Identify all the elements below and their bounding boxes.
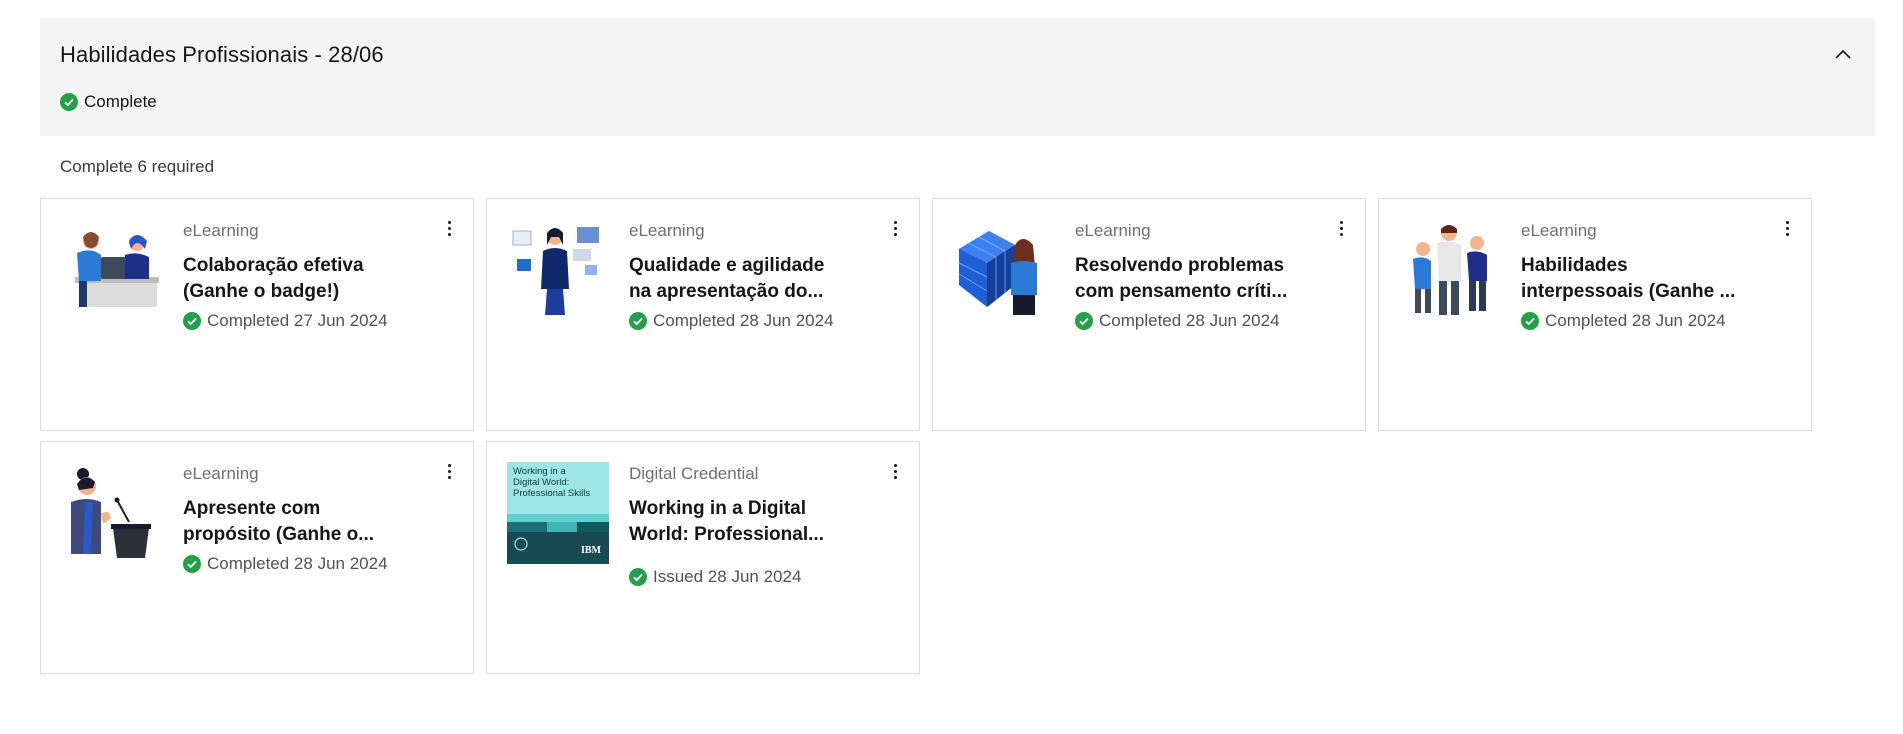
- cube-illustration: [953, 219, 1055, 321]
- overflow-menu-icon: [1339, 220, 1343, 224]
- card-type-label: eLearning: [1075, 221, 1151, 240]
- overflow-menu-icon: [447, 220, 451, 224]
- card-status: Completed 28 Jun 2024: [629, 311, 834, 331]
- required-count-text: Complete 6 required: [60, 157, 215, 176]
- section-title: Habilidades Profissionais - 28/06: [60, 42, 384, 67]
- check-circle-icon: [183, 312, 201, 330]
- card-status-label: Issued 28 Jun 2024: [653, 567, 802, 586]
- overflow-menu-button[interactable]: [441, 460, 457, 482]
- credential-badge-line: Working in a: [513, 466, 566, 477]
- overflow-menu-button[interactable]: [441, 217, 457, 239]
- card-title-line: Apresente com: [183, 498, 321, 519]
- card-status: Completed 28 Jun 2024: [1521, 311, 1726, 331]
- activity-card[interactable]: eLearning Colaboração efetiva (Ganhe o b…: [40, 198, 474, 431]
- overflow-menu-button[interactable]: [887, 460, 903, 482]
- check-circle-icon: [629, 568, 647, 586]
- check-circle-icon: [60, 93, 78, 111]
- card-title-line: na apresentação do...: [629, 281, 824, 302]
- card-type-label: Digital Credential: [629, 464, 759, 483]
- team-illustration: [1399, 219, 1501, 321]
- section-status: Complete: [60, 92, 157, 112]
- overflow-menu-icon: [1785, 220, 1789, 224]
- card-status-label: Completed 28 Jun 2024: [1545, 311, 1726, 330]
- overflow-menu-icon: [893, 463, 897, 467]
- card-type-label: eLearning: [183, 464, 259, 483]
- section-header[interactable]: Habilidades Profissionais - 28/06 Comple…: [40, 18, 1875, 136]
- credential-badge-line: Digital World:: [513, 477, 570, 488]
- credential-badge: Working in a Digital World: Professional…: [507, 462, 609, 564]
- card-title-line: Habilidades: [1521, 255, 1628, 276]
- card-title-line: Qualidade e agilidade: [629, 255, 825, 276]
- credential-badge-image: Working in a Digital World: Professional…: [507, 462, 609, 564]
- card-status: Issued 28 Jun 2024: [629, 567, 801, 587]
- presentation-illustration: [507, 219, 609, 321]
- card-type-label: eLearning: [1521, 221, 1597, 240]
- collaboration-illustration: [61, 219, 163, 321]
- card-status-label: Completed 28 Jun 2024: [1099, 311, 1280, 330]
- card-title[interactable]: Colaboração efetiva (Ganhe o badge!): [183, 253, 423, 305]
- credential-brand: IBM: [581, 545, 601, 556]
- collapse-button[interactable]: [1831, 42, 1855, 66]
- card-title-line: Resolvendo problemas: [1075, 255, 1285, 276]
- card-status-label: Completed 28 Jun 2024: [207, 554, 388, 573]
- check-circle-icon: [1521, 312, 1539, 330]
- overflow-menu-icon: [893, 220, 897, 224]
- card-title[interactable]: Resolvendo problemas com pensamento crít…: [1075, 253, 1315, 305]
- card-status-label: Completed 27 Jun 2024: [207, 311, 388, 330]
- chevron-up-icon: [1835, 49, 1851, 59]
- card-title-line: World: Professional...: [629, 524, 824, 545]
- section-status-label: Complete: [84, 92, 157, 111]
- overflow-menu-icon: [447, 463, 451, 467]
- card-title[interactable]: Habilidades interpessoais (Ganhe ...: [1521, 253, 1761, 305]
- overflow-menu-button[interactable]: [887, 217, 903, 239]
- card-status: Completed 28 Jun 2024: [183, 554, 388, 574]
- check-circle-icon: [629, 312, 647, 330]
- card-title[interactable]: Apresente com propósito (Ganhe o...: [183, 496, 423, 548]
- card-title-line: com pensamento críti...: [1075, 281, 1288, 302]
- card-status: Completed 27 Jun 2024: [183, 311, 388, 331]
- card-title-line: interpessoais (Ganhe ...: [1521, 281, 1736, 302]
- card-title-line: Working in a Digital: [629, 498, 806, 519]
- activity-card[interactable]: eLearning Habilidades interpessoais (Gan…: [1378, 198, 1812, 431]
- card-type-label: eLearning: [183, 221, 259, 240]
- activity-card[interactable]: eLearning Apresente com propósito (Ganhe…: [40, 441, 474, 674]
- activity-card[interactable]: Working in a Digital World: Professional…: [486, 441, 920, 674]
- card-status: Completed 28 Jun 2024: [1075, 311, 1280, 331]
- card-type-label: eLearning: [629, 221, 705, 240]
- card-title-line: Colaboração efetiva: [183, 255, 364, 276]
- card-title-line: (Ganhe o badge!): [183, 281, 340, 302]
- activity-card[interactable]: eLearning Qualidade e agilidade na apres…: [486, 198, 920, 431]
- card-title[interactable]: Working in a Digital World: Professional…: [629, 496, 869, 548]
- check-circle-icon: [183, 555, 201, 573]
- credential-badge-text: Working in a Digital World: Professional…: [513, 466, 590, 499]
- speaker-illustration: [61, 462, 163, 564]
- overflow-menu-button[interactable]: [1333, 217, 1349, 239]
- card-title-line: propósito (Ganhe o...: [183, 524, 375, 545]
- card-title[interactable]: Qualidade e agilidade na apresentação do…: [629, 253, 869, 305]
- overflow-menu-button[interactable]: [1779, 217, 1795, 239]
- activity-card[interactable]: eLearning Resolvendo problemas com pensa…: [932, 198, 1366, 431]
- check-circle-icon: [1075, 312, 1093, 330]
- card-status-label: Completed 28 Jun 2024: [653, 311, 834, 330]
- credential-badge-line: Professional Skills: [513, 488, 591, 499]
